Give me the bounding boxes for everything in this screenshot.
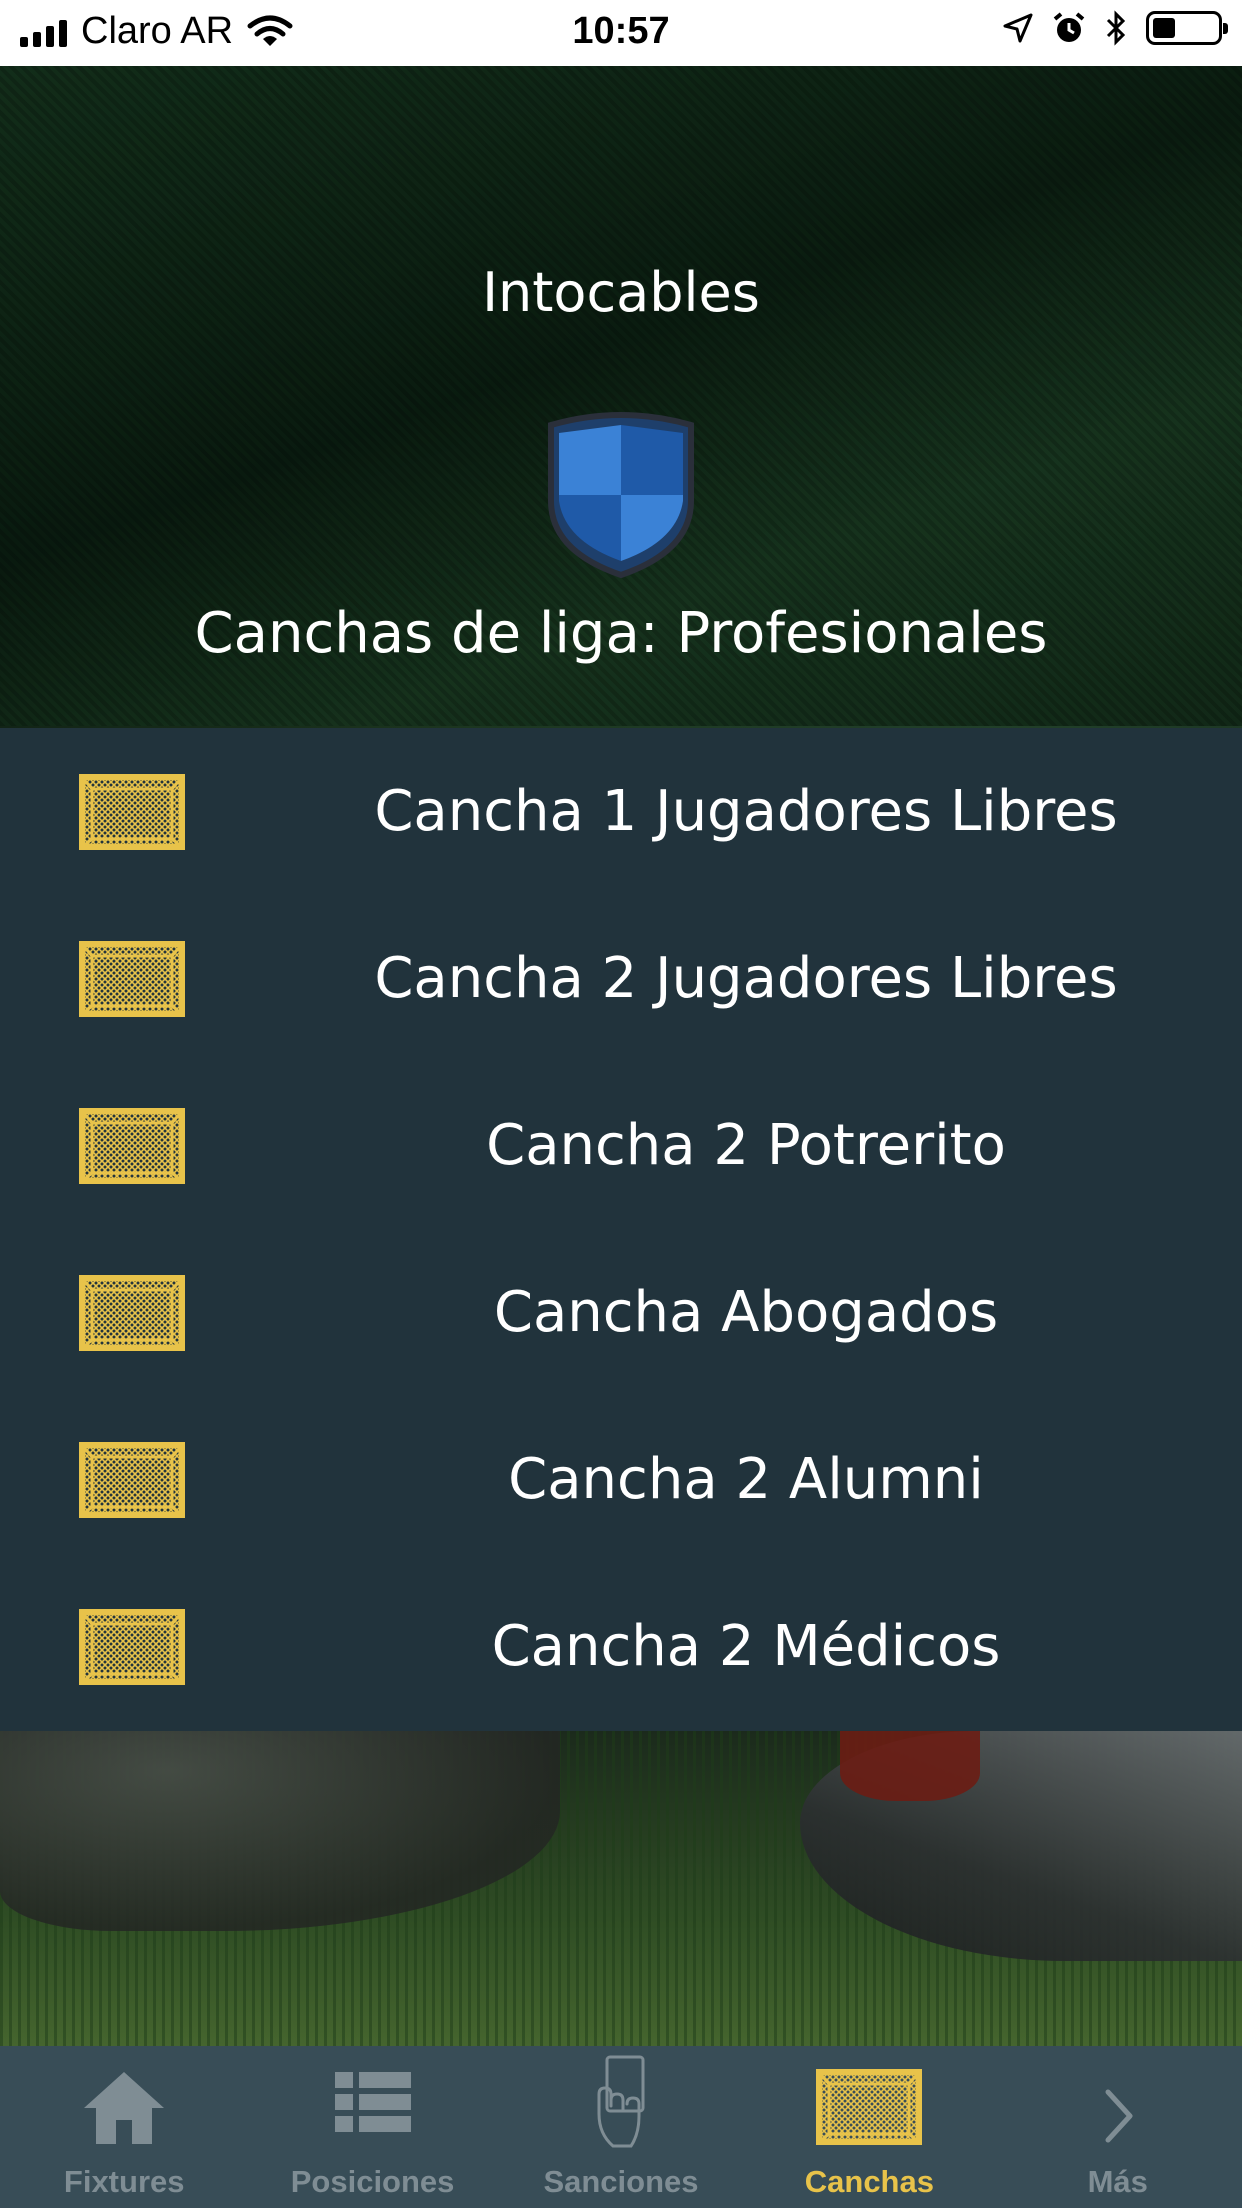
court-list-item[interactable]: Cancha 2 Alumni — [0, 1396, 1242, 1563]
court-list: Cancha 1 Jugadores Libres Cancha 2 Jugado… — [0, 728, 1242, 1731]
court-list-item[interactable]: Cancha Abogados — [0, 1229, 1242, 1396]
team-header: Intocables Canchas de liga: Profesionale… — [0, 66, 1242, 726]
goal-icon — [78, 773, 186, 851]
tab-posiciones[interactable]: Posiciones — [248, 2046, 496, 2208]
court-label: Cancha 2 Potrerito — [486, 1113, 1006, 1178]
team-name: Intocables — [482, 261, 760, 324]
tab-canchas[interactable]: Canchas — [745, 2046, 993, 2208]
court-list-item[interactable]: Cancha 2 Potrerito — [0, 1062, 1242, 1229]
tab-label: Canchas — [804, 2164, 934, 2199]
league-title: Canchas de liga: Profesionales — [194, 601, 1048, 666]
court-label: Cancha 2 Alumni — [508, 1447, 984, 1512]
battery-icon — [1146, 11, 1228, 45]
status-bar: Claro AR 10:57 — [0, 0, 1242, 66]
court-label: Cancha 1 Jugadores Libres — [374, 779, 1118, 844]
court-label: Cancha Abogados — [493, 1280, 999, 1345]
tab-ms[interactable]: Más — [994, 2046, 1242, 2208]
tab-bar: Fixtures Posiciones Sanciones Canchas Más — [0, 2046, 1242, 2208]
tab-label: Posiciones — [290, 2164, 455, 2199]
location-arrow-icon — [1003, 13, 1033, 43]
goal-icon — [78, 1274, 186, 1352]
tab-label: Más — [1087, 2164, 1148, 2199]
court-label: Cancha 2 Médicos — [491, 1614, 1001, 1679]
bluetooth-icon — [1106, 10, 1126, 46]
tab-sanciones[interactable]: Sanciones — [497, 2046, 745, 2208]
goal-icon — [78, 1441, 186, 1519]
court-label: Cancha 2 Jugadores Libres — [374, 946, 1118, 1011]
court-list-item[interactable]: Cancha 1 Jugadores Libres — [0, 728, 1242, 895]
shield-icon — [548, 412, 694, 579]
tab-label: Fixtures — [63, 2164, 185, 2199]
alarm-icon — [1053, 12, 1085, 42]
status-right — [1002, 10, 1228, 46]
goal-icon — [78, 940, 186, 1018]
tab-label: Sanciones — [543, 2164, 699, 2199]
goal-icon — [78, 1107, 186, 1185]
court-list-item[interactable]: Cancha 2 Médicos — [0, 1563, 1242, 1730]
tab-fixtures[interactable]: Fixtures — [0, 2046, 248, 2208]
court-list-item[interactable]: Cancha 2 Jugadores Libres — [0, 895, 1242, 1062]
goal-icon — [78, 1608, 186, 1686]
